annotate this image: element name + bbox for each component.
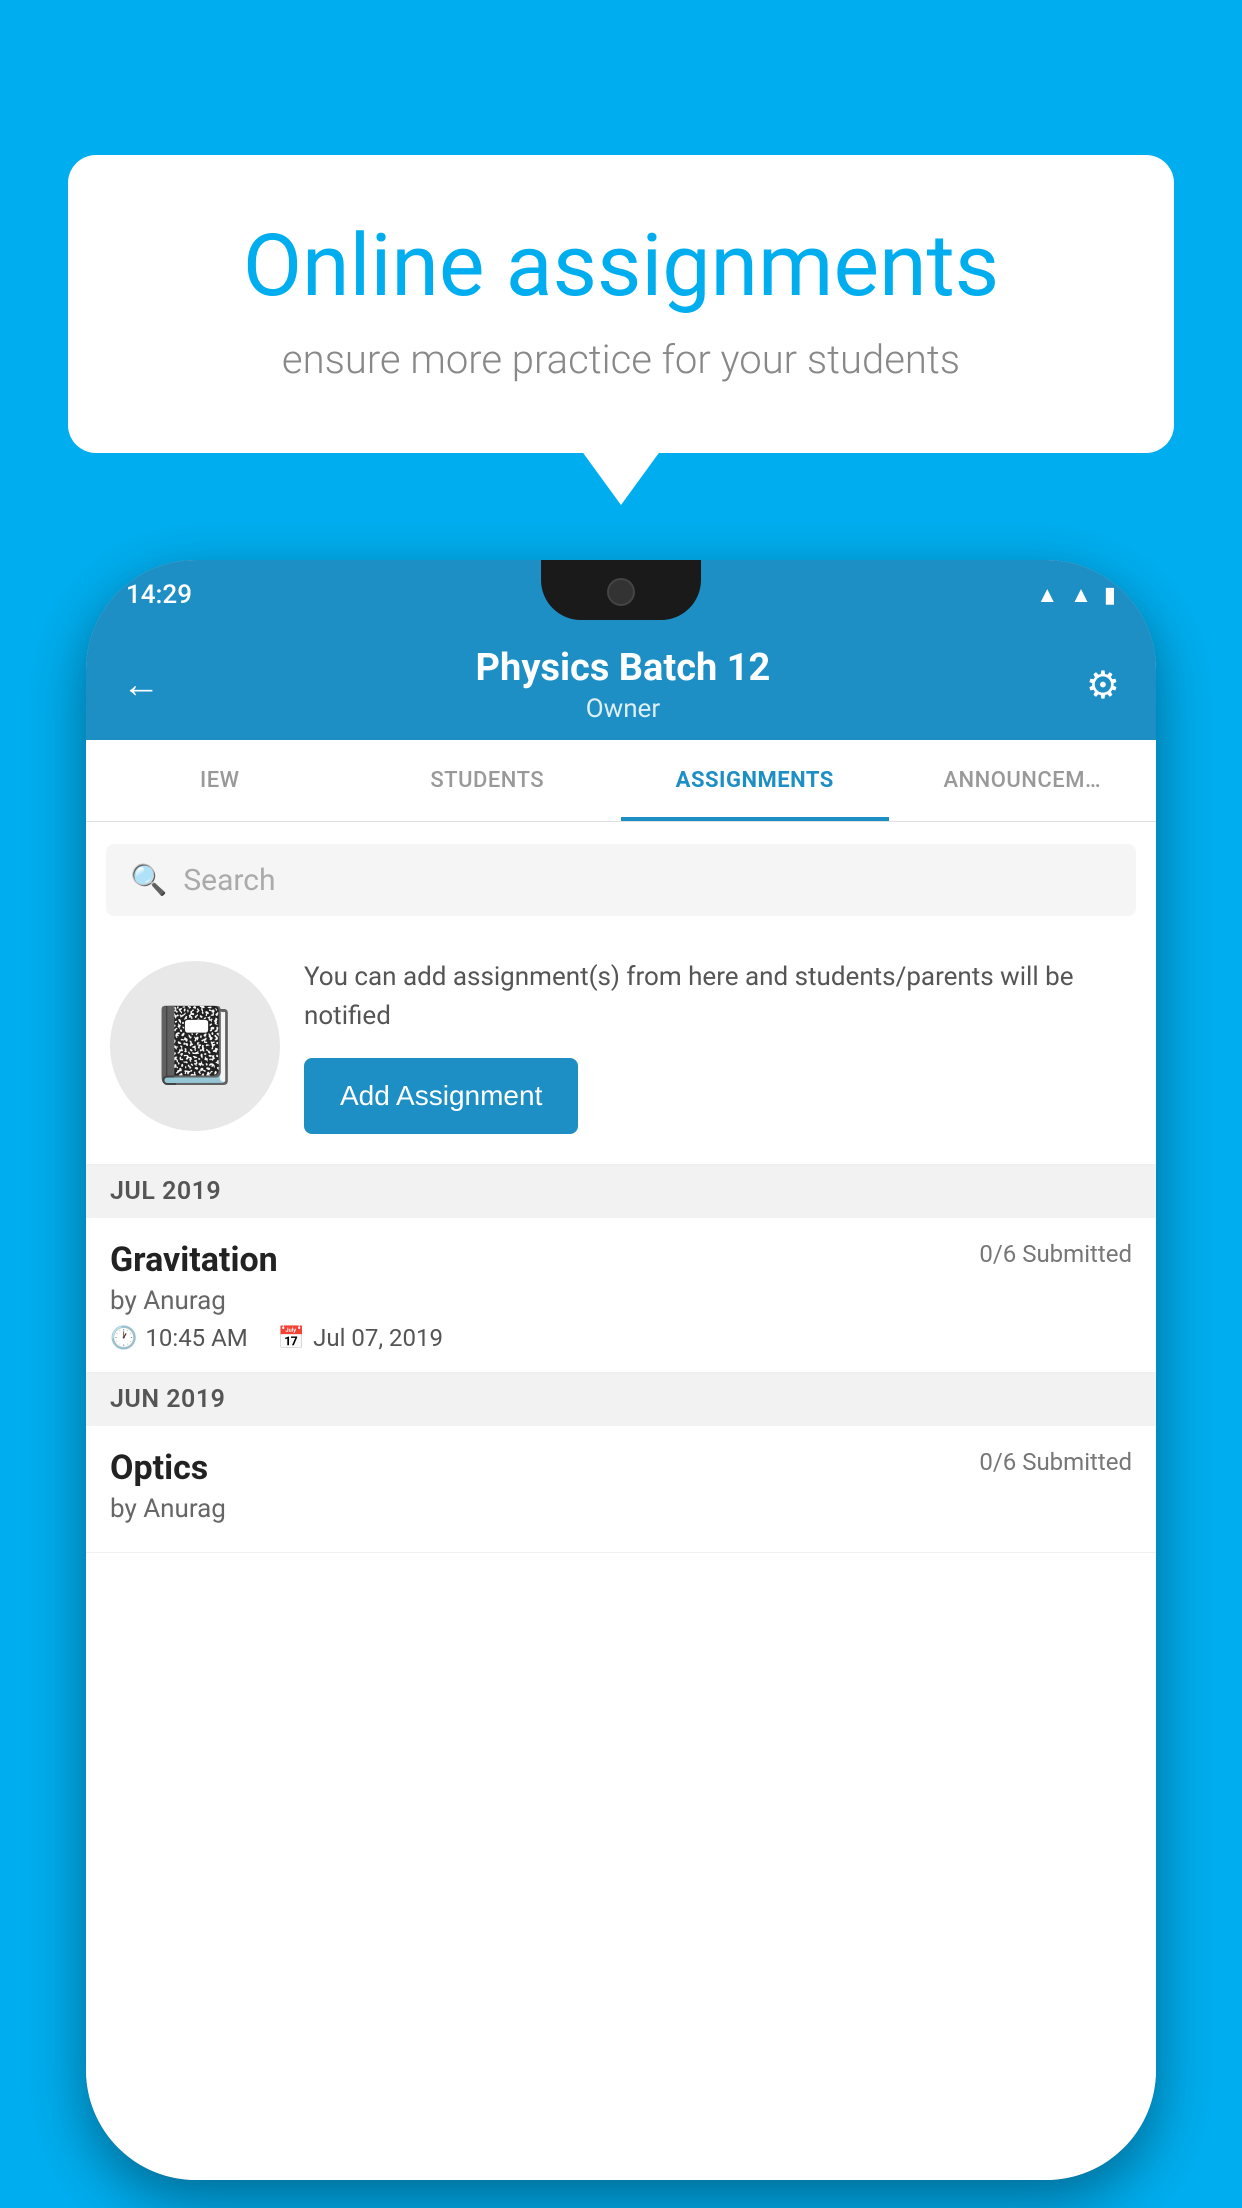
phone-notch xyxy=(541,560,701,620)
assignment-title-gravitation: Gravitation xyxy=(110,1240,278,1280)
assignment-item-gravitation[interactable]: Gravitation 0/6 Submitted by Anurag 🕐 10… xyxy=(86,1218,1156,1373)
back-button[interactable]: ← xyxy=(122,663,160,707)
promo-right: You can add assignment(s) from here and … xyxy=(304,958,1132,1134)
assignment-date: Jul 07, 2019 xyxy=(313,1324,443,1352)
speech-bubble: Online assignments ensure more practice … xyxy=(68,155,1174,453)
phone-screen: 14:29 ▲ ▲ ▮ ← Physics Batch 12 Owner ⚙ xyxy=(86,560,1156,2180)
assignment-meta-gravitation: 🕐 10:45 AM 📅 Jul 07, 2019 xyxy=(110,1324,1132,1352)
section-header-jul: JUL 2019 xyxy=(86,1165,1156,1218)
clock-icon: 🕐 xyxy=(110,1326,137,1351)
promo-text: You can add assignment(s) from here and … xyxy=(304,958,1132,1036)
speech-bubble-container: Online assignments ensure more practice … xyxy=(68,155,1174,453)
assignment-submitted-optics: 0/6 Submitted xyxy=(979,1448,1132,1476)
meta-date-gravitation: 📅 Jul 07, 2019 xyxy=(278,1324,443,1352)
tab-assignments[interactable]: ASSIGNMENTS xyxy=(621,740,889,821)
header-center: Physics Batch 12 Owner xyxy=(476,646,771,724)
assignment-submitted-gravitation: 0/6 Submitted xyxy=(979,1240,1132,1268)
tabs-bar: IEW STUDENTS ASSIGNMENTS ANNOUNCEM… xyxy=(86,740,1156,822)
search-placeholder-text: Search xyxy=(183,863,275,898)
battery-icon: ▮ xyxy=(1104,583,1116,608)
search-icon: 🔍 xyxy=(130,863,167,898)
assignment-time: 10:45 AM xyxy=(145,1324,247,1352)
assignment-author-gravitation: by Anurag xyxy=(110,1286,1132,1316)
app-header: ← Physics Batch 12 Owner ⚙ xyxy=(86,630,1156,740)
calendar-icon: 📅 xyxy=(278,1326,305,1351)
speech-bubble-subtitle: ensure more practice for your students xyxy=(148,336,1094,383)
camera-notch xyxy=(607,578,635,606)
tab-announcements[interactable]: ANNOUNCEM… xyxy=(889,740,1157,821)
meta-time-gravitation: 🕐 10:45 AM xyxy=(110,1324,248,1352)
status-time: 14:29 xyxy=(126,580,192,610)
assignment-item-optics[interactable]: Optics 0/6 Submitted by Anurag xyxy=(86,1426,1156,1553)
section-header-jun: JUN 2019 xyxy=(86,1373,1156,1426)
promo-area: 📓 You can add assignment(s) from here an… xyxy=(86,938,1156,1165)
batch-title: Physics Batch 12 xyxy=(476,646,771,690)
add-assignment-button[interactable]: Add Assignment xyxy=(304,1058,578,1134)
notebook-icon: 📓 xyxy=(148,1002,241,1090)
assignment-author-optics: by Anurag xyxy=(110,1494,1132,1524)
promo-icon-circle: 📓 xyxy=(110,961,280,1131)
assignment-item-header: Gravitation 0/6 Submitted xyxy=(110,1240,1132,1280)
signal-icon: ▲ xyxy=(1070,582,1092,608)
speech-bubble-title: Online assignments xyxy=(148,215,1094,316)
phone-frame: 14:29 ▲ ▲ ▮ ← Physics Batch 12 Owner ⚙ xyxy=(86,560,1156,2180)
status-icons: ▲ ▲ ▮ xyxy=(1036,582,1116,608)
content-area: 🔍 Search 📓 You can add assignment(s) fro… xyxy=(86,822,1156,2180)
wifi-icon: ▲ xyxy=(1036,582,1058,608)
search-bar[interactable]: 🔍 Search xyxy=(106,844,1136,916)
tab-iew[interactable]: IEW xyxy=(86,740,354,821)
tab-students[interactable]: STUDENTS xyxy=(354,740,622,821)
assignment-item-header-optics: Optics 0/6 Submitted xyxy=(110,1448,1132,1488)
batch-subtitle: Owner xyxy=(476,694,771,724)
assignment-title-optics: Optics xyxy=(110,1448,208,1488)
settings-icon[interactable]: ⚙ xyxy=(1086,663,1120,708)
